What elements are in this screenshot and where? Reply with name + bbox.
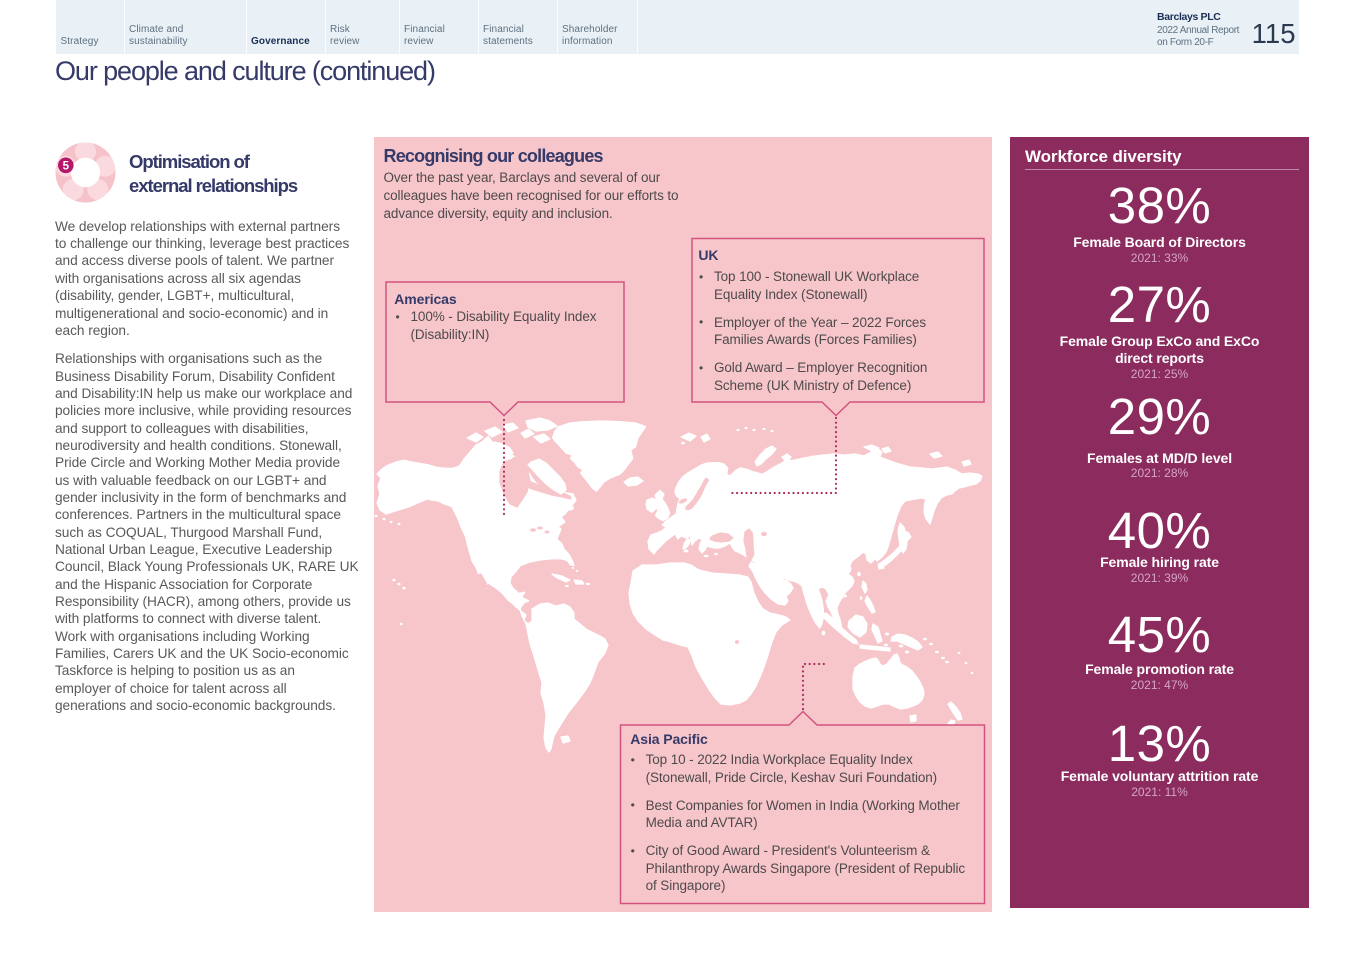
svg-text:5: 5: [63, 160, 70, 172]
